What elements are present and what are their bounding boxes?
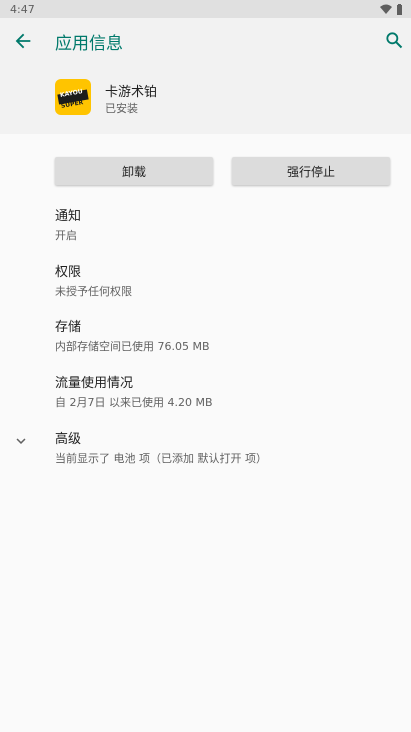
pref-notifications[interactable]: 通知 开启 [55, 205, 81, 243]
wifi-icon [380, 4, 392, 14]
pref-summary: 开启 [55, 229, 77, 242]
pref-advanced[interactable]: 高级 当前显示了 电池 项（已添加 默认打开 项） [55, 428, 267, 466]
pref-summary: 内部存储空间已使用 76.05 MB [55, 340, 210, 353]
pref-summary: 未授予任何权限 [55, 285, 132, 298]
pref-title: 存储 [55, 320, 82, 335]
uninstall-button[interactable]: 卸载 [55, 157, 213, 185]
app-name: 卡游术铂 [105, 85, 158, 100]
search-icon[interactable] [384, 30, 404, 50]
app-install-status: 已安装 [105, 102, 138, 115]
page-title: 应用信息 [55, 34, 123, 54]
app-bar: 应用信息 [0, 18, 411, 64]
chevron-down-icon[interactable] [12, 432, 30, 450]
pref-title: 高级 [55, 432, 82, 447]
status-time: 4:47 [10, 2, 35, 16]
back-arrow-icon[interactable] [12, 30, 34, 52]
battery-icon [397, 3, 402, 15]
app-header: KAYOU SUPER 卡游术铂 已安装 [0, 64, 411, 134]
pref-storage[interactable]: 存储 内部存储空间已使用 76.05 MB [55, 316, 210, 354]
pref-summary: 自 2月7日 以来已使用 4.20 MB [55, 396, 213, 409]
status-bar: 4:47 [0, 0, 411, 18]
pref-title: 流量使用情况 [55, 376, 134, 391]
pref-summary: 当前显示了 电池 项（已添加 默认打开 项） [55, 452, 267, 465]
pref-title: 通知 [55, 209, 82, 224]
force-stop-button[interactable]: 强行停止 [232, 157, 390, 185]
pref-data-usage[interactable]: 流量使用情况 自 2月7日 以来已使用 4.20 MB [55, 372, 213, 410]
status-icons [380, 3, 403, 15]
pref-title: 权限 [55, 265, 82, 280]
pref-permissions[interactable]: 权限 未授予任何权限 [55, 261, 132, 299]
app-logo: KAYOU SUPER [55, 79, 91, 115]
